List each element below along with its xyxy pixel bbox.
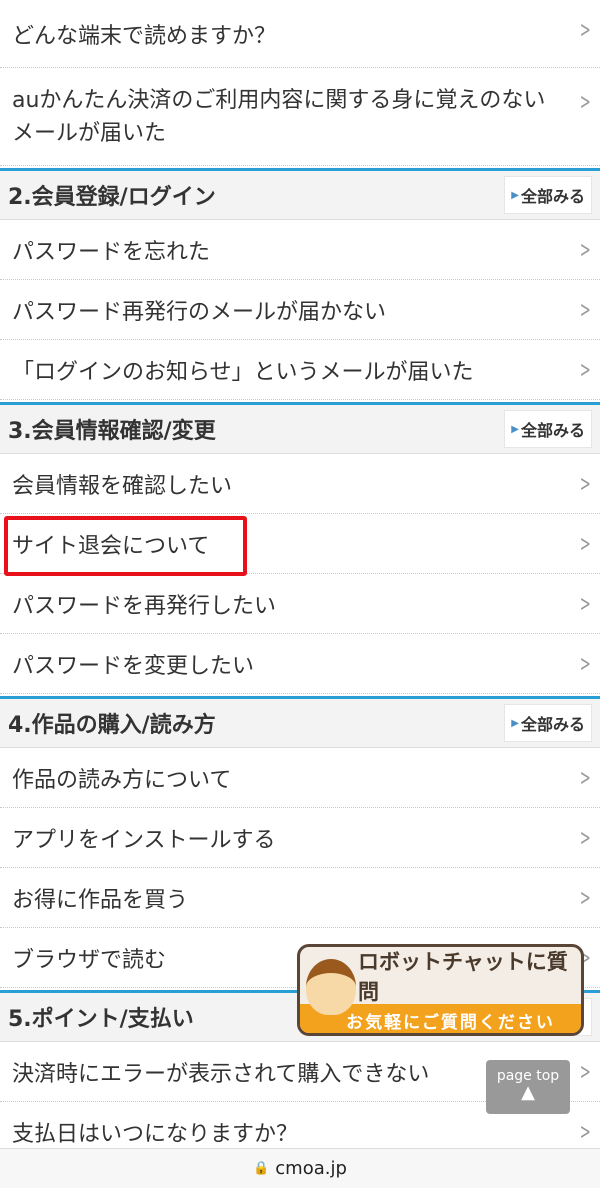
triangle-right-icon: ▶ [511,423,519,435]
faq-item[interactable]: パスワードを変更したい > [0,634,600,694]
faq-item-label: 会員情報を確認したい [12,473,233,499]
faq-item-label: アプリをインストールする [12,827,276,853]
section-title: 5.ポイント/支払い [8,1007,194,1032]
chevron-right-icon: > [579,886,591,911]
section-header: 2.会員登録/ログイン ▶ 全部みる [0,168,600,220]
highlight-box [4,516,247,576]
faq-item-label: ブラウザで読む [12,947,167,973]
faq-item-label: 決済時にエラーが表示されて購入できない [12,1061,430,1087]
chevron-right-icon: > [579,592,591,617]
chevron-right-icon: > [579,472,591,497]
chevron-right-icon: > [579,652,591,677]
triangle-right-icon: ▶ [511,717,519,729]
faq-item-label: 作品の読み方について [12,767,232,793]
faq-item[interactable]: パスワード再発行のメールが届かない > [0,280,600,340]
robot-chat-button[interactable]: ロボットチャットに質問 お気軽にご質問ください [297,944,584,1036]
faq-item[interactable]: パスワードを忘れた > [0,220,600,280]
faq-item[interactable]: 「ログインのお知らせ」というメールが届いた > [0,340,600,400]
view-all-label: 全部みる [520,421,585,440]
faq-item-label: パスワードを変更したい [12,653,255,679]
faq-item-label: お得に作品を買う [12,887,189,913]
faq-item[interactable]: パスワードを再発行したい > [0,574,600,634]
view-all-button[interactable]: ▶全部みる [504,410,592,448]
triangle-right-icon: ▶ [511,189,519,201]
domain-label: cmoa.jp [275,1158,347,1179]
view-all-button[interactable]: ▶全部みる [504,704,592,742]
chevron-right-icon: > [579,1060,591,1085]
view-all-label: 全部みる [520,187,585,206]
avatar [306,959,356,1015]
section-title: 3.会員情報確認/変更 [8,419,216,444]
faq-item[interactable]: アプリをインストールする > [0,808,600,868]
faq-item[interactable]: 作品の読み方について > [0,748,600,808]
lock-icon: 🔒 [253,1161,270,1176]
faq-item[interactable]: 会員情報を確認したい > [0,454,600,514]
faq-item[interactable]: どんな端末で読めますか？ > [0,0,600,68]
faq-item-label: 「ログインのお知らせ」というメールが届いた [12,359,474,385]
triangle-up-icon: ▲ [521,1082,535,1103]
page-top-button[interactable]: page top ▲ [486,1060,570,1114]
section-title: 2.会員登録/ログイン [8,185,216,210]
faq-item-label: どんな端末で読めますか？ [12,23,277,49]
faq-item-label: auかんたん決済のご利用内容に関する身に覚えのないメールが届いた [12,87,546,146]
chevron-right-icon: > [579,826,591,851]
chevron-right-icon: > [579,358,591,383]
section-header: 4.作品の購入/読み方 ▶ 全部みる [0,696,600,748]
view-all-button[interactable]: ▶全部みる [504,176,592,214]
faq-item-label: パスワード再発行のメールが届かない [12,299,387,325]
chevron-right-icon: > [579,238,591,263]
address-bar[interactable]: 🔒 cmoa.jp [0,1148,600,1188]
faq-item-label: パスワードを忘れた [12,239,211,265]
chevron-right-icon: > [579,766,591,791]
chevron-right-icon: > [579,532,591,557]
faq-item[interactable]: お得に作品を買う > [0,868,600,928]
section-header: 3.会員情報確認/変更 ▶ 全部みる [0,402,600,454]
chevron-right-icon: > [579,18,591,43]
view-all-label: 全部みる [520,715,585,734]
chevron-right-icon: > [579,298,591,323]
faq-item-label: パスワードを再発行したい [12,593,277,619]
section-title: 4.作品の購入/読み方 [8,713,216,738]
chevron-right-icon: > [579,90,591,115]
chevron-right-icon: > [579,1120,591,1145]
faq-item[interactable]: auかんたん決済のご利用内容に関する身に覚えのないメールが届いた > [0,68,600,166]
faq-item-label: 支払日はいつになりますか？ [12,1121,299,1147]
